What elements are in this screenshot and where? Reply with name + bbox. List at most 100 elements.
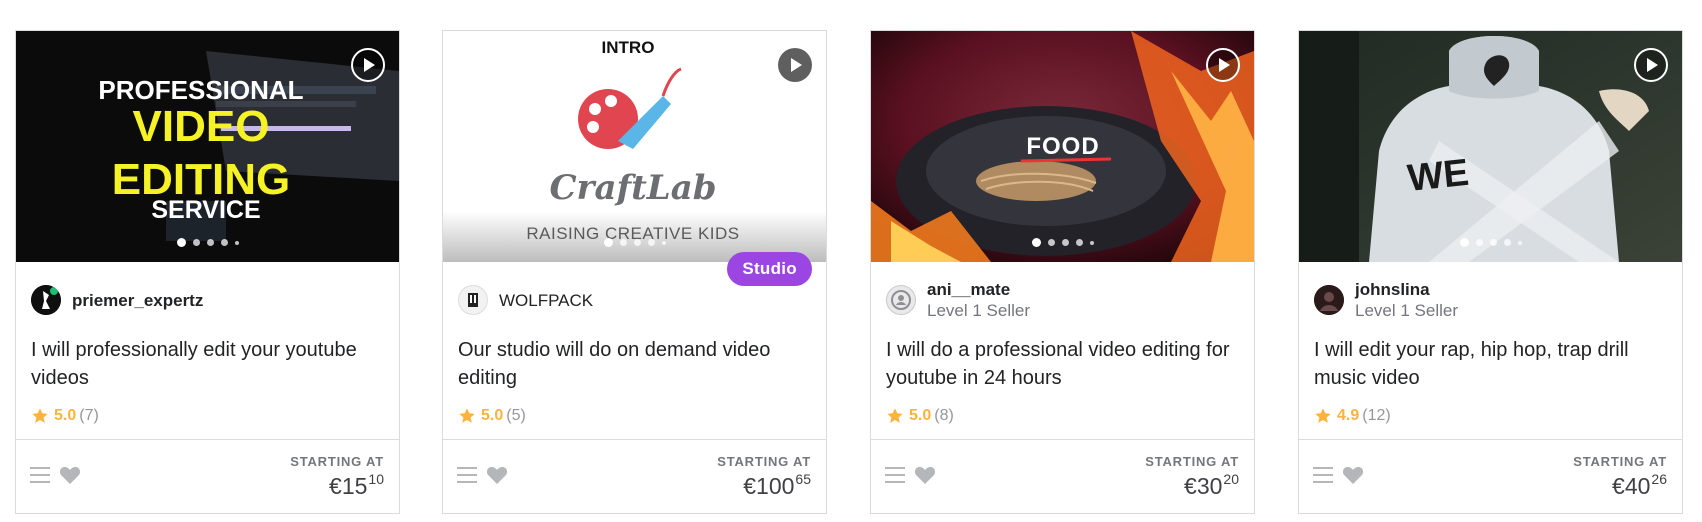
- seller-name[interactable]: priemer_expertz: [72, 290, 203, 311]
- menu-icon[interactable]: [885, 467, 905, 483]
- gig-title[interactable]: I will edit your rap, hip hop, trap dril…: [1314, 336, 1667, 392]
- menu-icon[interactable]: [1313, 467, 1333, 483]
- carousel-dot[interactable]: [1459, 238, 1469, 247]
- menu-icon[interactable]: [457, 467, 477, 483]
- thumbnail-image: FOOD: [871, 31, 1254, 262]
- price-cents: 10: [368, 471, 384, 487]
- carousel-dot[interactable]: [603, 238, 613, 247]
- gig-card[interactable]: PROFESSIONAL VIDEO EDITING SERVICE priem…: [15, 30, 400, 514]
- play-icon[interactable]: [1634, 48, 1668, 82]
- rating: 5.0 (8): [886, 407, 954, 425]
- gig-thumbnail[interactable]: WE: [1299, 31, 1682, 262]
- price-cents: 26: [1651, 471, 1667, 487]
- carousel-dot[interactable]: [1075, 239, 1083, 246]
- carousel-dot[interactable]: [1089, 240, 1094, 245]
- price-main: €100: [743, 473, 795, 499]
- star-icon: [32, 408, 48, 423]
- carousel-dot[interactable]: [220, 239, 228, 246]
- price-main: €15: [329, 473, 368, 499]
- carousel-dot[interactable]: [1475, 239, 1483, 246]
- price[interactable]: €1510: [329, 471, 384, 500]
- price-main: €40: [1612, 473, 1651, 499]
- carousel-dot[interactable]: [192, 239, 200, 246]
- price-cents: 65: [795, 471, 811, 487]
- gig-card[interactable]: FOOD ani__mate Level 1 Seller I will do …: [870, 30, 1255, 514]
- rating: 5.0 (7): [31, 407, 99, 425]
- rating-count: (5): [506, 407, 526, 424]
- rating: 4.9 (12): [1314, 407, 1391, 425]
- thumb-text: WE: [1406, 152, 1471, 200]
- avatar[interactable]: [458, 285, 488, 315]
- gig-thumbnail[interactable]: PROFESSIONAL VIDEO EDITING SERVICE: [16, 31, 399, 262]
- gig-thumbnail[interactable]: FOOD: [871, 31, 1254, 262]
- thumb-line-2: VIDEO: [133, 102, 270, 151]
- seller-info: priemer_expertz: [31, 274, 384, 326]
- card-footer: STARTING AT €1510: [16, 439, 399, 513]
- thumb-logo-text: CraftLab: [549, 168, 716, 208]
- seller-name[interactable]: WOLFPACK: [499, 290, 593, 311]
- star-icon: [1315, 408, 1331, 423]
- heart-icon[interactable]: [914, 465, 936, 485]
- play-icon[interactable]: [351, 48, 385, 82]
- avatar[interactable]: [31, 285, 61, 315]
- card-footer: STARTING AT €3020: [871, 439, 1254, 513]
- heart-icon[interactable]: [486, 465, 508, 485]
- gig-thumbnail[interactable]: INTRO CraftLab RAISING CREATIVE KIDS: [443, 31, 826, 262]
- price[interactable]: €10065: [743, 471, 811, 500]
- carousel-dot[interactable]: [1031, 238, 1041, 247]
- rating-score: 5.0: [909, 407, 932, 424]
- gig-title[interactable]: I will professionally edit your youtube …: [31, 336, 384, 392]
- rating-score: 4.9: [1337, 407, 1360, 424]
- price-cents: 20: [1223, 471, 1239, 487]
- rating-score: 5.0: [54, 407, 77, 424]
- star-icon: [459, 408, 475, 423]
- price[interactable]: €4026: [1612, 471, 1667, 500]
- gig-card[interactable]: INTRO CraftLab RAISING CREATIVE KIDS Stu…: [442, 30, 827, 514]
- play-icon[interactable]: [778, 48, 812, 82]
- carousel-dot[interactable]: [176, 238, 186, 247]
- carousel-dots: [443, 238, 826, 247]
- seller-level: Level 1 Seller: [927, 300, 1031, 320]
- carousel-dots: [1299, 238, 1682, 247]
- avatar[interactable]: [886, 285, 916, 315]
- thumbnail-image: PROFESSIONAL VIDEO EDITING SERVICE: [16, 31, 399, 262]
- rating: 5.0 (5): [458, 407, 526, 425]
- carousel-dot[interactable]: [619, 239, 627, 246]
- thumb-line-4: SERVICE: [151, 196, 260, 224]
- menu-icon[interactable]: [30, 467, 50, 483]
- rating-count: (8): [934, 407, 954, 424]
- price-label: STARTING AT: [1573, 454, 1667, 469]
- rating-score: 5.0: [481, 407, 504, 424]
- carousel-dot[interactable]: [647, 239, 655, 246]
- carousel-dot[interactable]: [206, 239, 214, 246]
- carousel-dot[interactable]: [1517, 240, 1522, 245]
- gig-card[interactable]: WE johnslina Level 1 Seller I will edit …: [1298, 30, 1683, 514]
- price-main: €30: [1184, 473, 1223, 499]
- seller-info: WOLFPACK: [458, 274, 811, 326]
- seller-level: Level 1 Seller: [1355, 300, 1459, 320]
- thumb-top-text: INTRO: [602, 38, 655, 57]
- seller-name[interactable]: ani__mate: [927, 279, 1030, 300]
- star-icon: [887, 408, 903, 423]
- thumbnail-image: INTRO CraftLab RAISING CREATIVE KIDS: [443, 31, 826, 262]
- carousel-dot[interactable]: [1503, 239, 1511, 246]
- seller-name[interactable]: johnslina: [1355, 279, 1458, 300]
- carousel-dot[interactable]: [1489, 239, 1497, 246]
- avatar[interactable]: [1314, 285, 1344, 315]
- carousel-dot[interactable]: [633, 239, 641, 246]
- card-footer: STARTING AT €10065: [443, 439, 826, 513]
- gig-title[interactable]: Our studio will do on demand video editi…: [458, 336, 811, 392]
- price-label: STARTING AT: [1145, 454, 1239, 469]
- thumbnail-image: WE: [1299, 31, 1682, 262]
- carousel-dot[interactable]: [234, 240, 239, 245]
- gig-title[interactable]: I will do a professional video editing f…: [886, 336, 1239, 392]
- heart-icon[interactable]: [1342, 465, 1364, 485]
- carousel-dot[interactable]: [661, 240, 666, 245]
- carousel-dots: [871, 238, 1254, 247]
- heart-icon[interactable]: [59, 465, 81, 485]
- rating-count: (12): [1362, 407, 1391, 424]
- carousel-dot[interactable]: [1047, 239, 1055, 246]
- carousel-dot[interactable]: [1061, 239, 1069, 246]
- play-icon[interactable]: [1206, 48, 1240, 82]
- price[interactable]: €3020: [1184, 471, 1239, 500]
